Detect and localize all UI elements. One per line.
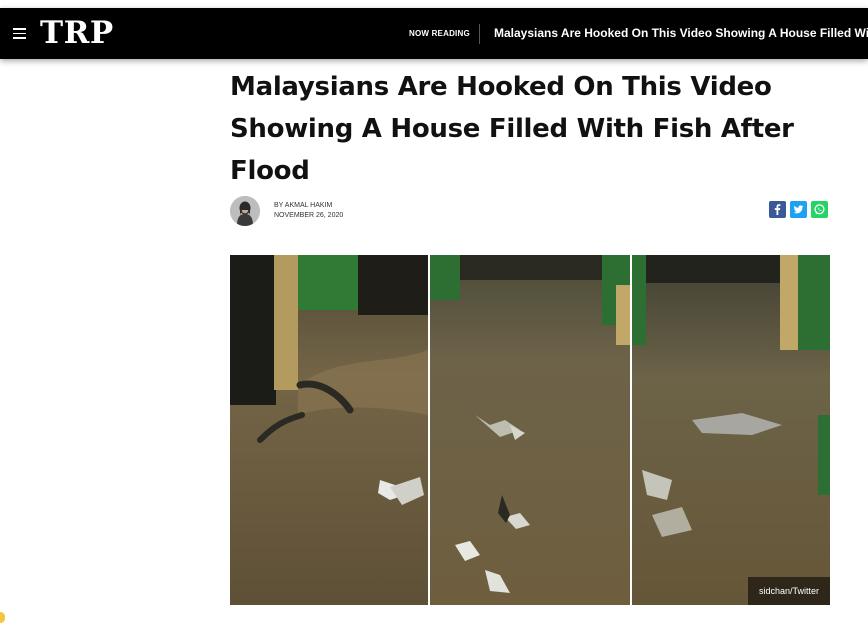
flood-photo-panel-1 — [230, 255, 428, 605]
photo-credit: sidchan/Twitter — [747, 577, 830, 605]
facebook-share-button[interactable] — [769, 201, 786, 218]
site-header: TRP NOW READING Malaysians Are Hooked On… — [0, 8, 868, 59]
facebook-icon — [774, 204, 781, 215]
flood-photo-panel-3 — [632, 255, 830, 605]
menu-icon[interactable] — [13, 28, 26, 39]
flood-photo-panel-2 — [430, 255, 630, 605]
author-avatar[interactable] — [230, 196, 260, 226]
byline: BY AKMAL HAKIM NOVEMBER 26, 2020 — [274, 201, 343, 221]
article-featured-image[interactable]: sidchan/Twitter — [230, 255, 830, 605]
twitter-share-button[interactable] — [790, 201, 807, 218]
site-logo[interactable]: TRP — [40, 16, 114, 50]
header-divider — [479, 24, 480, 44]
twitter-icon — [793, 205, 804, 214]
floating-badge[interactable] — [0, 612, 5, 623]
publish-date: NOVEMBER 26, 2020 — [274, 212, 344, 219]
author-name[interactable]: BY AKMAL HAKIM — [274, 201, 343, 211]
now-reading-label: NOW READING — [409, 29, 470, 38]
now-reading-title[interactable]: Malaysians Are Hooked On This Video Show… — [494, 26, 868, 41]
article-title: Malaysians Are Hooked On This Video Show… — [230, 72, 794, 186]
whatsapp-share-button[interactable] — [811, 201, 828, 218]
whatsapp-icon — [814, 204, 825, 215]
